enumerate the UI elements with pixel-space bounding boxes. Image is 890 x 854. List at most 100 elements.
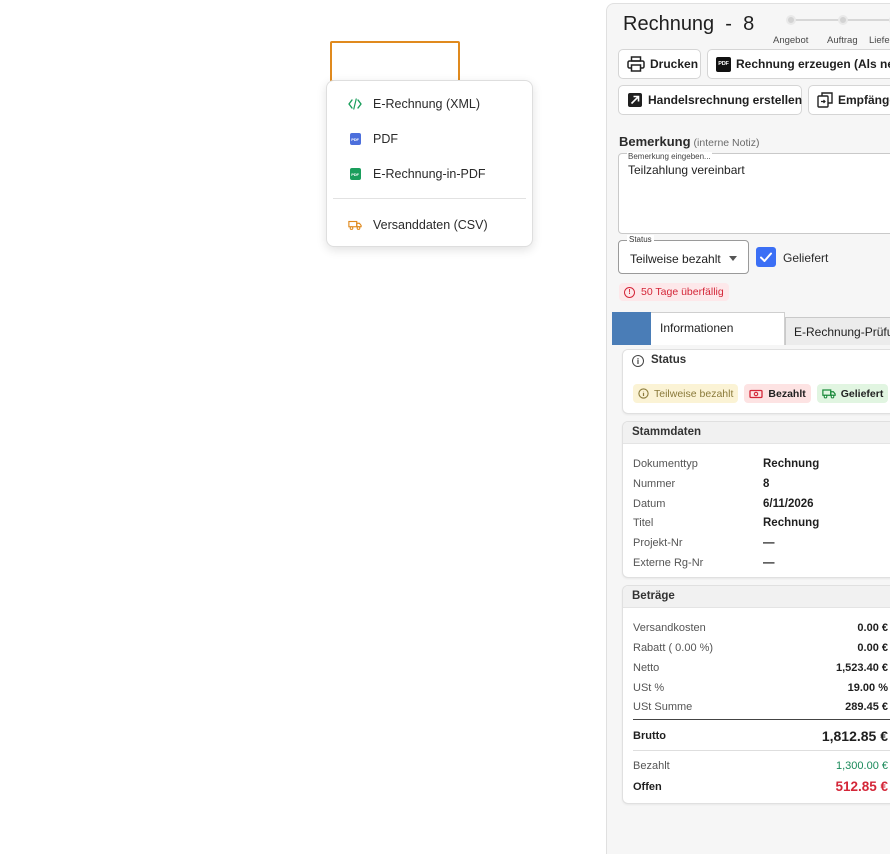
discount-value: 0.00 € — [857, 642, 888, 654]
amounts-card: Beträge Versandkosten 0.00 € Rabatt ( 0.… — [622, 585, 890, 804]
status-select[interactable]: Status Teilweise bezahlt — [618, 235, 749, 274]
status-select-label: Status — [627, 235, 654, 244]
status-card-title: Status — [651, 354, 687, 366]
remark-label: Bemerkung — [619, 134, 691, 149]
create-invoice-button[interactable]: PDF Rechnung erzeugen (Als neu — [707, 49, 890, 79]
row-key: Externe Rg-Nr — [633, 557, 704, 569]
open-label: Offen — [633, 781, 662, 793]
code-icon — [348, 97, 362, 111]
dropdown-caret-icon — [729, 256, 737, 261]
net-label: Netto — [633, 662, 660, 674]
open-value: 512.85 € — [835, 779, 888, 794]
badge-label: Geliefert — [840, 387, 884, 400]
step-dot-auftrag[interactable] — [838, 15, 848, 25]
row-value: — — [763, 537, 775, 549]
pdf-file-icon: PDF — [348, 132, 362, 146]
shipping-cost-value: 0.00 € — [857, 622, 888, 634]
export-document-icon — [627, 92, 643, 108]
document-stepper: Angebot Auftrag Liefe — [767, 15, 890, 47]
paid-divider — [633, 750, 890, 751]
recipients-button[interactable]: Empfänge — [808, 85, 890, 115]
delivered-checkbox[interactable] — [756, 247, 776, 267]
status-card: i Status Teilweise bezahlt Bezahlt Gelie… — [622, 349, 890, 414]
badge-label: Teilweise bezahlt — [654, 387, 734, 400]
document-panel: Rechnung - 8 Angebot Auftrag Liefe Druck… — [606, 3, 890, 854]
tab-informationen[interactable]: Informationen — [651, 312, 785, 345]
swap-document-icon — [817, 92, 833, 108]
shipping-cost-label: Versandkosten — [633, 622, 706, 634]
amounts-header: Beträge — [623, 586, 890, 608]
status-select-value: Teilweise bezahlt — [630, 252, 721, 266]
overdue-badge: ! 50 Tage überfällig — [619, 283, 729, 301]
badge-partially-paid: Teilweise bezahlt — [633, 384, 739, 403]
menu-item-e-rechnung-in-pdf[interactable]: PDF E-Rechnung-in-PDF — [327, 159, 532, 189]
total-divider — [633, 719, 890, 720]
print-button-label: Drucken — [650, 57, 699, 71]
row-value: Rechnung — [763, 458, 820, 470]
remark-sub-label: (interne Notiz) — [693, 137, 760, 149]
gross-value: 1,812.85 € — [821, 728, 888, 744]
menu-item-label: Versanddaten (CSV) — [373, 218, 488, 232]
create-invoice-label: Rechnung erzeugen (Als neu — [736, 57, 890, 71]
row-value: 6/11/2026 — [763, 498, 814, 510]
status-card-header: i Status — [623, 350, 890, 372]
document-title: Rechnung - 8 — [623, 13, 755, 35]
menu-item-pdf[interactable]: PDF PDF — [327, 124, 532, 154]
row-key: Titel — [633, 517, 654, 529]
vat-sum-value: 289.45 € — [845, 701, 888, 713]
highlight-box — [330, 41, 460, 82]
menu-item-label: PDF — [373, 132, 398, 146]
pdf-chip-label: PDF — [716, 56, 731, 72]
remark-textarea[interactable]: Bemerkung eingeben... Teilzahlung verein… — [618, 152, 890, 234]
vat-sum-label: USt Summe — [633, 701, 693, 713]
overdue-text: 50 Tage überfällig — [641, 286, 724, 298]
vat-percent-value: 19.00 % — [847, 682, 888, 694]
row-value: Rechnung — [763, 517, 820, 529]
export-dropdown-menu: E-Rechnung (XML) PDF PDF PDF E-Rechnung-… — [326, 80, 533, 247]
tab-indicator[interactable] — [612, 312, 651, 345]
remark-placeholder: Bemerkung eingeben... — [627, 152, 712, 161]
vat-percent-label: USt % — [633, 682, 665, 694]
truck-icon — [821, 388, 836, 399]
row-value: — — [763, 557, 775, 569]
badge-label: Bezahlt — [768, 387, 806, 400]
row-key: Dokumenttyp — [633, 458, 698, 470]
remark-heading: Bemerkung (interne Notiz) — [619, 134, 759, 149]
menu-item-e-rechnung-xml[interactable]: E-Rechnung (XML) — [327, 89, 532, 119]
step-label-angebot: Angebot — [773, 35, 809, 46]
net-value: 1,523.40 € — [836, 662, 888, 674]
trade-invoice-label: Handelsrechnung erstellen — [648, 93, 803, 107]
truck-icon — [348, 218, 362, 232]
step-label-auftrag: Auftrag — [827, 35, 858, 46]
menu-divider — [333, 198, 526, 199]
status-badges: Teilweise bezahlt Bezahlt Geliefert — [633, 384, 889, 403]
printer-icon — [627, 56, 645, 72]
master-data-header: Stammdaten — [623, 422, 890, 444]
badge-paid: Bezahlt — [744, 384, 811, 403]
recipients-label: Empfänge — [838, 93, 890, 107]
info-icon: i — [632, 355, 644, 367]
menu-item-versanddaten-csv[interactable]: Versanddaten (CSV) — [327, 210, 532, 240]
menu-item-label: E-Rechnung (XML) — [373, 97, 480, 111]
badge-delivered: Geliefert — [816, 384, 889, 403]
menu-item-label: E-Rechnung-in-PDF — [373, 167, 486, 181]
pdf-green-icon: PDF — [348, 167, 362, 181]
trade-invoice-button[interactable]: Handelsrechnung erstellen — [618, 85, 802, 115]
step-label-lieferung: Liefe — [869, 35, 890, 46]
print-button[interactable]: Drucken — [618, 49, 701, 79]
row-value: 8 — [763, 478, 770, 490]
alert-circle-icon: ! — [624, 286, 635, 298]
tab-e-rechnung-pruefung[interactable]: E-Rechnung-Prüfu — [785, 317, 890, 345]
discount-label: Rabatt ( 0.00 %) — [633, 642, 714, 654]
step-dot-angebot[interactable] — [786, 15, 796, 25]
gross-label: Brutto — [633, 730, 666, 742]
row-key: Nummer — [633, 478, 676, 490]
row-key: Datum — [633, 498, 666, 510]
info-tabs: Informationen E-Rechnung-Prüfu — [612, 311, 890, 345]
info-circle-icon — [638, 388, 649, 399]
remark-value: Teilzahlung vereinbart — [628, 163, 745, 177]
row-key: Projekt-Nr — [633, 537, 683, 549]
master-data-card: Stammdaten Dokumenttyp Rechnung Nummer 8… — [622, 421, 890, 578]
pdf-icon: PDF — [716, 56, 731, 72]
paid-value: 1,300.00 € — [836, 760, 888, 772]
